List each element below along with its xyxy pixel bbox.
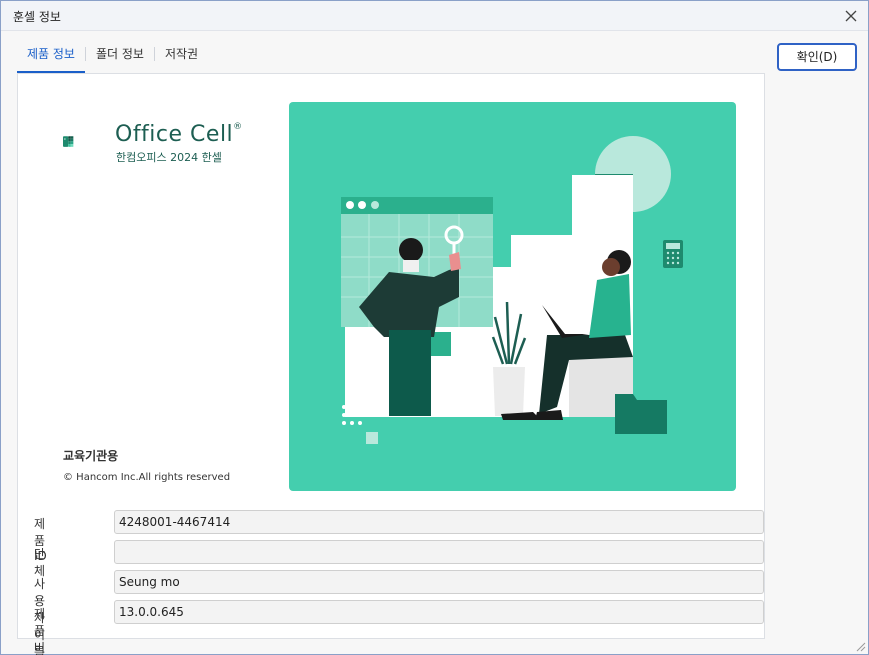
ok-button[interactable]: 확인(D) [777,43,857,71]
organization-field[interactable] [114,540,764,564]
field-label: 제품 버전 [34,607,46,655]
hero-illustration [289,102,736,491]
product-id-field[interactable]: 4248001-4467414 [114,510,764,534]
resize-grip-icon[interactable] [854,640,866,652]
user-name-field[interactable]: Seung mo [114,570,764,594]
product-info-panel: C Office Cell® 한컴오피스 2024 한셀 교육기관용 © Han… [17,73,765,655]
product-name-text: Office Cell [115,122,234,147]
office-cell-logo-icon: C [63,136,74,147]
tab-bar: 제품 정보 폴더 정보 저작권 [17,41,208,73]
field-label: 단체 [34,547,46,578]
registered-mark: ® [233,122,243,132]
tab-folder-info[interactable]: 폴더 정보 [86,41,154,73]
edition-label: 교육기관용 [63,449,119,463]
product-version-field[interactable]: 13.0.0.645 [114,600,764,624]
copyright-text: © Hancom Inc.All rights reserved [63,472,231,483]
folder-icon [615,394,667,434]
close-icon[interactable] [842,7,860,25]
title-bar: 훈셀 정보 [1,1,868,31]
product-subtitle: 한컴오피스 2024 한셀 [116,151,222,164]
dots-decoration [342,405,362,425]
tab-product-info[interactable]: 제품 정보 [17,41,85,73]
product-name: Office Cell® [115,122,243,147]
window-title: 훈셀 정보 [13,10,61,24]
tab-copyright[interactable]: 저작권 [155,41,208,73]
about-dialog: 훈셀 정보 제품 정보 폴더 정보 저작권 확인(D) C Office Cel… [0,0,869,655]
svg-text:C: C [64,137,66,141]
